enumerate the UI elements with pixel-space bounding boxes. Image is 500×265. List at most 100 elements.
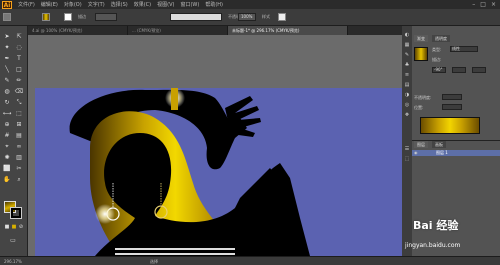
status-bar: 296.17% 选择: [0, 256, 500, 265]
paintbrush-tool-icon[interactable]: ✎: [2, 76, 12, 85]
opacity-field[interactable]: 100%: [238, 13, 256, 21]
stroke-swatch[interactable]: [10, 207, 22, 219]
screen-mode-icon[interactable]: ▭: [8, 236, 18, 245]
doc-tab[interactable]: ... (CMYK/预览): [128, 26, 228, 35]
bracelet: [171, 88, 178, 110]
menu-view[interactable]: 视图(V): [157, 1, 174, 8]
close-icon[interactable]: ×: [491, 1, 496, 8]
location-label: 位置:: [414, 105, 424, 110]
opacity-label: 不透明度:: [414, 95, 432, 100]
menu-window[interactable]: 窗口(W): [180, 1, 199, 8]
location-field[interactable]: [442, 104, 462, 110]
layers-panel: 图层 画板 ◉ 图层 1: [412, 140, 500, 208]
line-tool-icon[interactable]: ╲: [2, 65, 12, 74]
control-bar: 描边 不透明度 100% 样式: [0, 9, 500, 26]
rotate-tool-icon[interactable]: ↻: [2, 98, 12, 107]
symbols-panel-icon[interactable]: ♣: [403, 62, 411, 69]
reverse-field[interactable]: [472, 67, 486, 73]
none-mode-icon[interactable]: ⊘: [16, 223, 26, 232]
direct-selection-tool-icon[interactable]: ⇱: [14, 32, 24, 41]
lasso-tool-icon[interactable]: ◌: [14, 43, 24, 52]
brushes-panel-icon[interactable]: ✎: [403, 52, 411, 59]
slice-tool-icon[interactable]: ✂: [14, 164, 24, 173]
layer-name: 图层 1: [436, 150, 448, 155]
fill-color-swatch[interactable]: [42, 13, 50, 21]
gradient-panel: 渐变 透明度 类型: 线性 描边: -90° 不透明度: 位置:: [412, 35, 500, 140]
zoom-level[interactable]: 296.17%: [4, 259, 22, 264]
blob-brush-tool-icon[interactable]: ◍: [2, 87, 12, 96]
type-label: 类型:: [432, 47, 442, 52]
gradient-tool-icon[interactable]: ▤: [14, 131, 24, 140]
watermark-url: jingyan.baidu.com: [405, 242, 461, 249]
object-type-icon[interactable]: [3, 13, 11, 21]
angle-field[interactable]: -90°: [432, 67, 446, 73]
menu-effect[interactable]: 效果(C): [134, 1, 151, 8]
doc-tab[interactable]: 4.ai @ 100% (CMYK/预览): [28, 26, 128, 35]
magic-wand-tool-icon[interactable]: ✦: [2, 43, 12, 52]
color-panel-icon[interactable]: ◐: [403, 32, 411, 39]
illustration: [69, 88, 310, 256]
scale-tool-icon[interactable]: ⤡: [14, 98, 24, 107]
document-tabs: 4.ai @ 100% (CMYK/预览) ... (CMYK/预览) 未标题-…: [28, 26, 402, 35]
gradient-slider[interactable]: [420, 117, 480, 134]
symbol-sprayer-tool-icon[interactable]: ✺: [2, 153, 12, 162]
doc-tab-active[interactable]: 未标题-1* @ 296.17% (CMYK/预览): [228, 26, 348, 35]
free-transform-tool-icon[interactable]: ⬚: [14, 109, 24, 118]
layers-panel-icon[interactable]: ☰: [403, 146, 411, 153]
shape-builder-tool-icon[interactable]: ⊕: [2, 120, 12, 129]
stroke-label: 描边:: [432, 57, 442, 62]
width-tool-icon[interactable]: ⟷: [2, 109, 12, 118]
tab-transparency[interactable]: 透明度: [432, 35, 450, 42]
minimize-icon[interactable]: –: [472, 1, 475, 8]
graphic-style-swatch[interactable]: [278, 13, 286, 21]
type-tool-icon[interactable]: T: [14, 54, 24, 63]
zoom-tool-icon[interactable]: ⌕: [14, 175, 24, 184]
mesh-tool-icon[interactable]: #: [2, 131, 12, 140]
hand-tool-icon[interactable]: ✋: [2, 175, 12, 184]
layer-row[interactable]: ◉ 图层 1: [412, 150, 500, 156]
eraser-tool-icon[interactable]: ⌫: [14, 87, 24, 96]
perspective-grid-tool-icon[interactable]: ⊞: [14, 120, 24, 129]
blend-tool-icon[interactable]: ∞: [14, 142, 24, 151]
transparency-panel-icon[interactable]: ◑: [403, 92, 411, 99]
appearance-panel-icon[interactable]: ◎: [403, 102, 411, 109]
gradient-panel-icon[interactable]: ▤: [403, 82, 411, 89]
stroke-color-swatch[interactable]: [64, 13, 72, 21]
selection-tool-icon[interactable]: ➤: [2, 32, 12, 41]
eye-icon[interactable]: ◉: [414, 150, 418, 155]
type-select[interactable]: 线性: [450, 46, 478, 52]
window-controls: – □ ×: [472, 1, 496, 8]
menu-type[interactable]: 文字(T): [88, 1, 105, 8]
tab-gradient[interactable]: 渐变: [414, 35, 428, 42]
artboard[interactable]: [35, 88, 402, 256]
maximize-icon[interactable]: □: [480, 1, 486, 8]
tools-panel: ➤ ⇱ ✦ ◌ ✒ T ╲ □ ✎ ✏ ◍ ⌫ ↻ ⤡ ⟷ ⬚ ⊕ ⊞ # ▤ …: [0, 26, 28, 256]
pencil-tool-icon[interactable]: ✏: [14, 76, 24, 85]
graphic-styles-panel-icon[interactable]: ❖: [403, 112, 411, 119]
stroke-panel-icon[interactable]: ≡: [403, 72, 411, 79]
eyedropper-tool-icon[interactable]: ⌖: [2, 142, 12, 151]
artboard-tool-icon[interactable]: ⬜: [2, 164, 12, 173]
swatches-panel-icon[interactable]: ▦: [403, 42, 411, 49]
tab-artboards[interactable]: 画板: [432, 141, 446, 148]
aspect-field[interactable]: [452, 67, 466, 73]
app-logo: Ai: [2, 0, 12, 9]
stroke-weight-field[interactable]: [95, 13, 117, 21]
opacity-field[interactable]: [442, 94, 462, 100]
menu-select[interactable]: 选择(S): [111, 1, 128, 8]
menu-help[interactable]: 帮助(H): [205, 1, 223, 8]
menu-file[interactable]: 文件(F): [18, 1, 35, 8]
rectangle-tool-icon[interactable]: □: [14, 65, 24, 74]
gradient-thumbnail[interactable]: [414, 47, 428, 61]
title-bar: Ai 文件(F) 编辑(E) 对象(O) 文字(T) 选择(S) 效果(C) 视…: [0, 0, 500, 9]
menu-edit[interactable]: 编辑(E): [41, 1, 58, 8]
stroke-label: 描边: [78, 14, 86, 19]
style-label: 样式: [262, 14, 270, 19]
menu-object[interactable]: 对象(O): [64, 1, 82, 8]
baidu-watermark: Bai 经验 jingyan.baidu.com: [403, 207, 498, 257]
pen-tool-icon[interactable]: ✒: [2, 54, 12, 63]
tab-layers[interactable]: 图层: [414, 141, 428, 148]
graph-tool-icon[interactable]: ▥: [14, 153, 24, 162]
artboards-panel-icon[interactable]: ⬚: [403, 156, 411, 163]
stroke-profile-select[interactable]: [170, 13, 222, 21]
